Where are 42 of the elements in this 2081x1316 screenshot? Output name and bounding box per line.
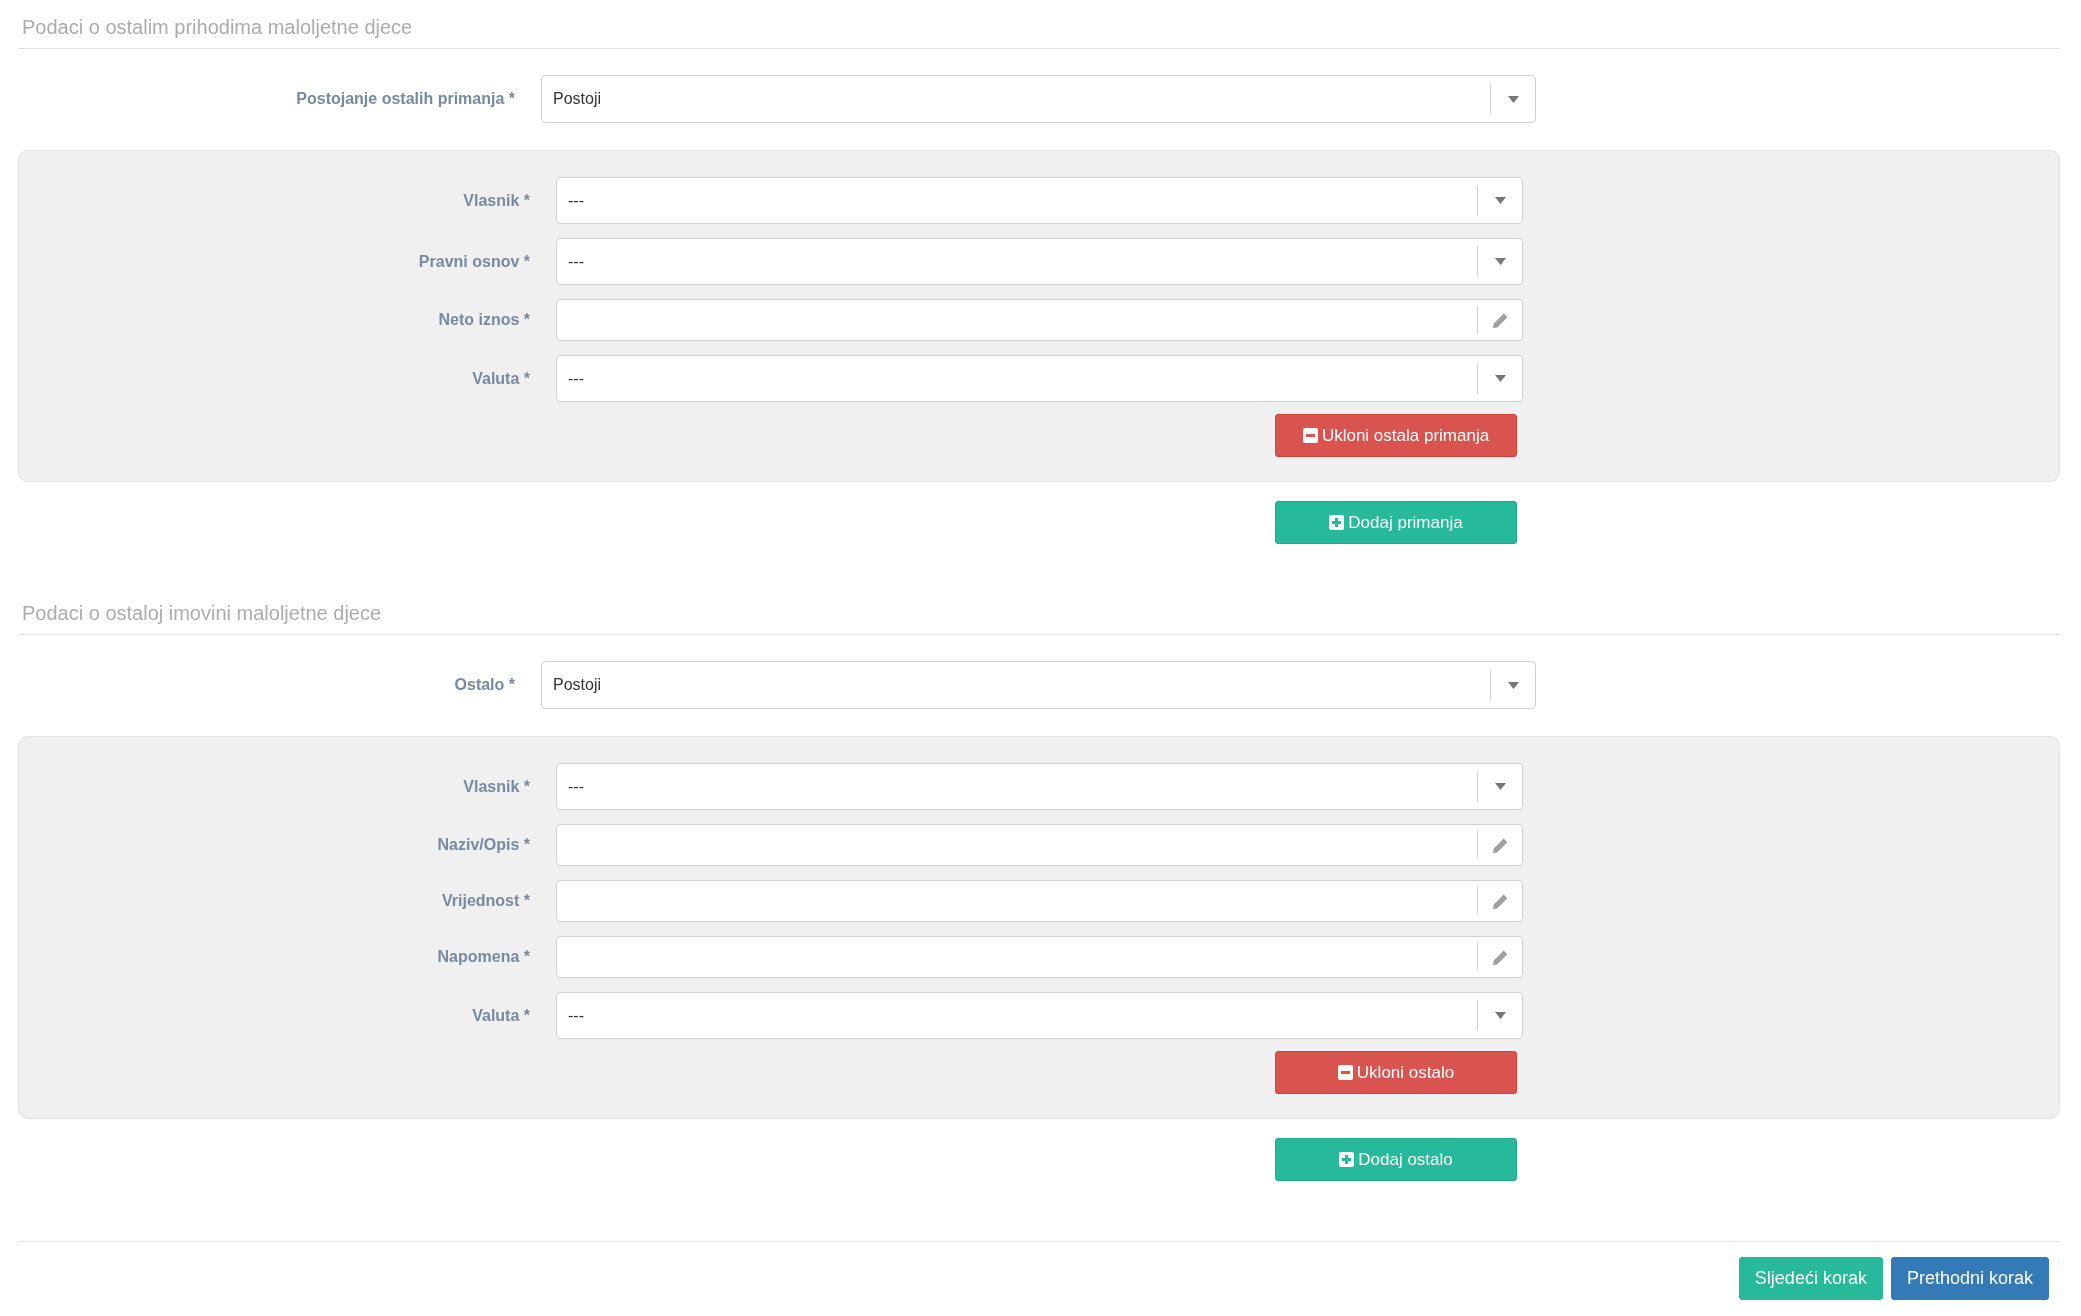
caret-icon	[1494, 1012, 1506, 1019]
remove-button[interactable]: Ukloni ostala primanja	[1275, 414, 1517, 457]
field-label: Valuta *	[471, 1006, 530, 1025]
select-field[interactable]: ---	[556, 238, 1523, 285]
select-field[interactable]: ---	[556, 177, 1523, 224]
caret-icon	[1494, 197, 1506, 204]
select-field[interactable]: Postoji	[541, 75, 1536, 123]
select-field[interactable]: Postoji	[541, 661, 1536, 709]
caret-icon	[1494, 375, 1506, 382]
minus-square-icon	[1302, 428, 1318, 443]
field-label: Vrijednost *	[440, 892, 530, 910]
remove-button[interactable]: Ukloni ostalo	[1275, 1051, 1517, 1094]
field-label: Napomena *	[436, 948, 530, 966]
input-field[interactable]	[556, 299, 1523, 341]
field-label: Pravni osnov *	[417, 252, 530, 271]
minus-square-icon	[1337, 1065, 1353, 1080]
field-label: Vlasnik *	[462, 777, 530, 796]
field-label: Ostalo *	[453, 676, 515, 694]
pencil-icon	[1491, 948, 1509, 966]
caret-icon	[1494, 258, 1506, 265]
section-title: Podaci o ostaloj imovini maloljetne djece	[18, 594, 2060, 635]
select-field[interactable]: ---	[556, 992, 1523, 1039]
caret-icon	[1507, 95, 1519, 103]
input-field[interactable]	[556, 936, 1523, 978]
input-field[interactable]	[556, 824, 1523, 866]
plus-square-icon	[1339, 1152, 1355, 1167]
section-title: Podaci o ostalim prihodima maloljetne djece	[18, 8, 2060, 49]
field-label: Naziv/Opis *	[436, 836, 530, 854]
plus-square-icon	[1329, 515, 1345, 530]
field-label: Vlasnik *	[462, 191, 530, 210]
pencil-icon	[1491, 836, 1509, 854]
pencil-icon	[1491, 892, 1509, 910]
field-label: Valuta *	[471, 369, 530, 388]
field-label: Neto iznos *	[437, 311, 530, 329]
select-field[interactable]: ---	[556, 763, 1523, 810]
previous-step-button[interactable]: Prethodni korak	[1890, 1257, 2049, 1300]
select-field[interactable]: ---	[556, 355, 1523, 402]
input-field[interactable]	[556, 880, 1523, 922]
pencil-icon	[1491, 311, 1509, 329]
caret-icon	[1494, 783, 1506, 790]
caret-icon	[1507, 681, 1519, 689]
field-label: Postojanje ostalih primanja *	[295, 90, 515, 108]
